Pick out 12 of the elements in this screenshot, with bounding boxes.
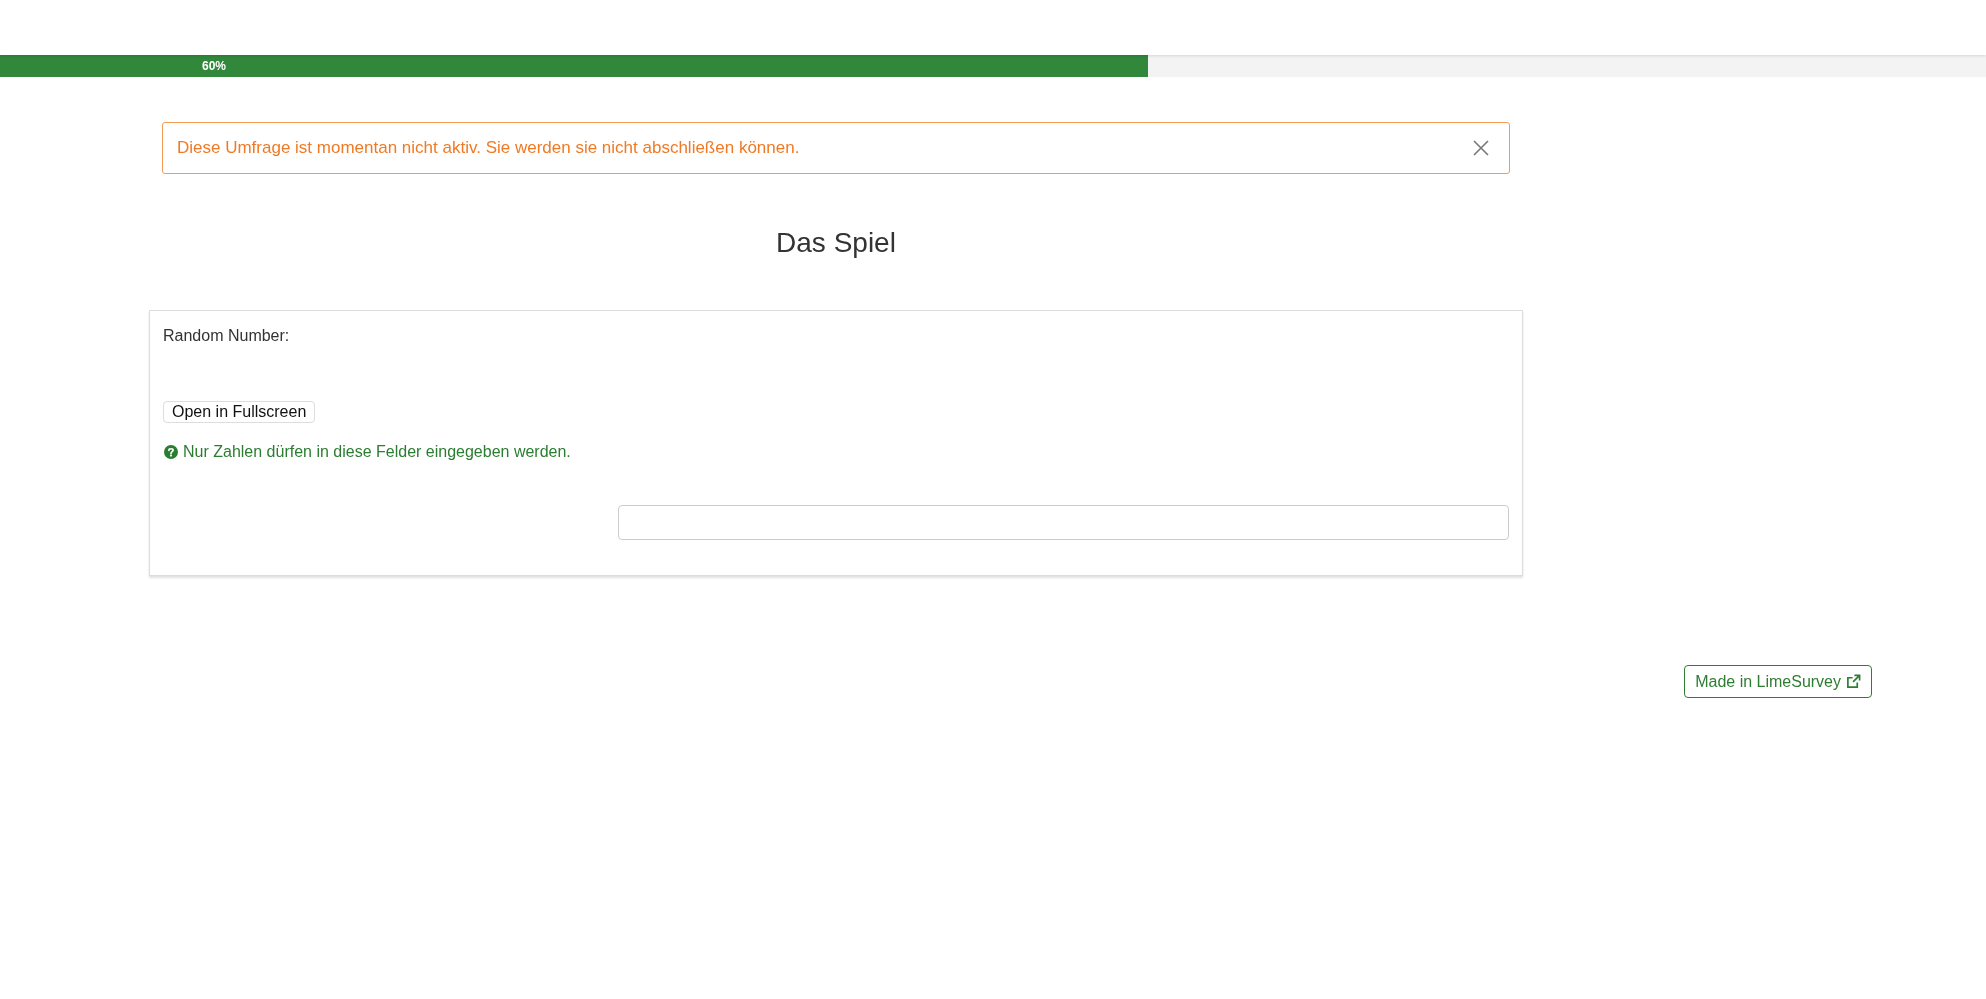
fullscreen-button[interactable]: Open in Fullscreen [163,401,316,423]
survey-title: Das Spiel [775,226,897,260]
alert-message: Diese Umfrage ist momentan nicht aktiv. Sie werden sie nicht abschließen können. [177,138,800,158]
help-icon [164,445,178,459]
alert-close-button[interactable] [1473,140,1489,156]
question-text: Random Number: [163,326,291,346]
progress-label: 60% [202,58,227,75]
help-text: Nur Zahlen dürfen in diese Felder eingegeben werden. [183,442,571,462]
made-in-link[interactable]: Made in LimeSurvey [1684,665,1872,698]
answer-field[interactable] [618,505,1509,540]
close-icon [1473,140,1489,156]
external-link-icon [1846,674,1861,689]
